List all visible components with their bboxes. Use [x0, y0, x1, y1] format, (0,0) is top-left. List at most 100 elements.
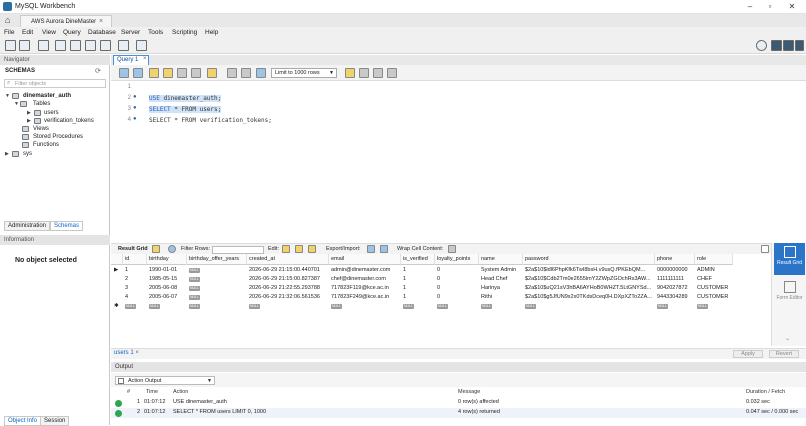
column-header-birthday-offer-years[interactable]: birthday_offer_years — [187, 254, 247, 265]
sql-editor[interactable]: 1 2 ● USE dinemaster_auth; 3 ● SELECT * … — [111, 81, 806, 239]
grid-cell[interactable]: 0 — [435, 284, 479, 293]
grid-cell[interactable]: Head Chef — [479, 275, 523, 284]
save-file-icon[interactable] — [133, 68, 143, 78]
filter-rows-input[interactable] — [212, 246, 264, 254]
grid-cell[interactable]: NULL — [187, 284, 247, 293]
find-icon[interactable] — [359, 68, 369, 78]
create-view-icon[interactable] — [85, 40, 96, 51]
grid-cell[interactable]: 1990-01-01 — [147, 266, 187, 275]
grid-cell[interactable]: $2a$10$uQ21sV3hBA6AYHoB0WHZT.5LtGNYSd... — [523, 284, 655, 293]
explain-icon[interactable] — [177, 68, 187, 78]
grid-cell[interactable]: 2026-06-29 21:15:00.827387 — [247, 275, 329, 284]
column-header-created-at[interactable]: created_at — [247, 254, 329, 265]
grid-cell[interactable]: ADMIN — [695, 266, 733, 275]
grid-cell[interactable]: 0000000000 — [655, 266, 695, 275]
column-header-birthday[interactable]: birthday — [147, 254, 187, 265]
column-header-role[interactable]: role — [695, 254, 733, 265]
grid-cell[interactable]: 1 — [401, 284, 435, 293]
search-table-data-icon[interactable] — [118, 40, 129, 51]
result-grid-view-button[interactable]: Result Grid — [774, 243, 805, 275]
grid-cell[interactable]: 1 — [401, 266, 435, 275]
column-header-phone[interactable]: phone — [655, 254, 695, 265]
refresh-icon[interactable] — [168, 245, 176, 253]
grid-cell[interactable]: 0 — [435, 275, 479, 284]
grid-cell[interactable]: 717823F119@kce.ac.in — [329, 284, 401, 293]
toggle-continue-icon[interactable] — [207, 68, 217, 78]
tab-query-1[interactable]: Query 1 × — [113, 55, 149, 65]
grid-cell[interactable]: NULL — [187, 266, 247, 275]
edit-row-icon[interactable] — [282, 245, 290, 253]
connection-tab[interactable]: AWS Aurora DineMaster × — [20, 15, 112, 27]
grid-cell[interactable]: CHEF — [695, 275, 733, 284]
grid-icon[interactable] — [152, 245, 160, 253]
toggle-sidebar-icon[interactable] — [771, 40, 782, 51]
settings-gear-icon[interactable] — [756, 40, 767, 51]
minimize-icon[interactable]: – — [744, 2, 756, 12]
new-row-cell[interactable]: NULL — [147, 302, 187, 311]
new-sql-tab-icon[interactable] — [5, 40, 16, 51]
menu-scripting[interactable]: Scripting — [172, 29, 197, 36]
grid-cell[interactable]: 2026-06-29 21:22:55.293788 — [247, 284, 329, 293]
grid-cell[interactable]: 1111111111 — [655, 275, 695, 284]
chevron-down-icon[interactable]: ⌄ — [785, 335, 790, 342]
new-row-cell[interactable]: NULL — [523, 302, 655, 311]
create-schema-icon[interactable] — [55, 40, 66, 51]
close-tab-icon[interactable]: × — [143, 56, 147, 62]
column-header-is-verified[interactable]: is_verified — [401, 254, 435, 265]
new-row-cell[interactable]: NULL — [329, 302, 401, 311]
grid-cell[interactable]: 2005-06-07 — [147, 293, 187, 302]
grid-cell[interactable]: 1 — [401, 293, 435, 302]
tree-views[interactable]: Views — [33, 126, 49, 132]
create-table-icon[interactable] — [70, 40, 81, 51]
collapse-arrow-icon[interactable]: ▶ — [5, 151, 9, 157]
new-row-cell[interactable]: NULL — [479, 302, 523, 311]
expand-arrow-icon[interactable]: ▼ — [5, 93, 10, 99]
stop-icon[interactable] — [191, 68, 201, 78]
apply-button[interactable]: Apply — [733, 350, 763, 358]
column-header-email[interactable]: email — [329, 254, 401, 265]
grid-cell[interactable]: 0 — [435, 293, 479, 302]
close-tab-icon[interactable]: × — [99, 18, 103, 25]
grid-cell[interactable]: $2a$10$ldl6PhpKfk6TwI8bsH.v9usQ.fPKEbQM.… — [523, 266, 655, 275]
grid-cell[interactable]: 717823F249@kce.ac.in — [329, 293, 401, 302]
execute-icon[interactable] — [149, 68, 159, 78]
tree-schema-dinemaster[interactable]: dinemaster_auth — [23, 93, 71, 99]
open-sql-script-icon[interactable] — [19, 40, 30, 51]
home-icon[interactable]: ⌂ — [5, 16, 15, 25]
column-header-loyalty-points[interactable]: loyalty_points — [435, 254, 479, 265]
grid-cell[interactable]: 3 — [123, 284, 147, 293]
import-icon[interactable] — [380, 245, 388, 253]
delete-row-icon[interactable] — [308, 245, 316, 253]
menu-tools[interactable]: Tools — [148, 29, 163, 36]
grid-cell[interactable]: NULL — [187, 275, 247, 284]
result-grid-label[interactable]: Result Grid — [118, 246, 148, 252]
menu-server[interactable]: Server — [121, 29, 140, 36]
code-line[interactable]: SELECT * FROM verification_tokens; — [149, 117, 272, 124]
expand-arrow-icon[interactable]: ▼ — [14, 101, 19, 107]
grid-cell[interactable]: NULL — [187, 293, 247, 302]
menu-query[interactable]: Query — [63, 29, 81, 36]
grid-cell[interactable]: CUSTOMER — [695, 284, 733, 293]
grid-cell[interactable]: CUSTOMER — [695, 293, 733, 302]
form-editor-button[interactable]: Form Editor — [774, 278, 805, 310]
menu-database[interactable]: Database — [88, 29, 116, 36]
menu-view[interactable]: View — [42, 29, 56, 36]
grid-cell[interactable]: 1 — [123, 266, 147, 275]
open-file-icon[interactable] — [119, 68, 129, 78]
tree-table-users[interactable]: users — [44, 110, 59, 116]
grid-cell[interactable]: 2026-06-29 21:32:06.561536 — [247, 293, 329, 302]
grid-cell[interactable]: $2a$10$g5JfUN9x2x0TKdsDceq0H.DXpXZTo2ZA.… — [523, 293, 655, 302]
menu-edit[interactable]: Edit — [22, 29, 33, 36]
tree-tables[interactable]: Tables — [33, 101, 50, 107]
tab-schemas[interactable]: Schemas — [50, 221, 84, 231]
tree-schema-sys[interactable]: sys — [23, 151, 32, 157]
execute-current-icon[interactable] — [163, 68, 173, 78]
reconnect-icon[interactable] — [136, 40, 147, 51]
filter-objects-input[interactable]: ⌕ Filter objects — [4, 79, 106, 88]
new-row-cell[interactable]: NULL — [655, 302, 695, 311]
toggle-output-icon[interactable] — [783, 40, 794, 51]
tab-users-1[interactable]: users 1 × — [114, 350, 139, 356]
close-icon[interactable]: ✕ — [786, 2, 798, 12]
grid-cell[interactable]: 4 — [123, 293, 147, 302]
grid-cell[interactable]: Rithi — [479, 293, 523, 302]
